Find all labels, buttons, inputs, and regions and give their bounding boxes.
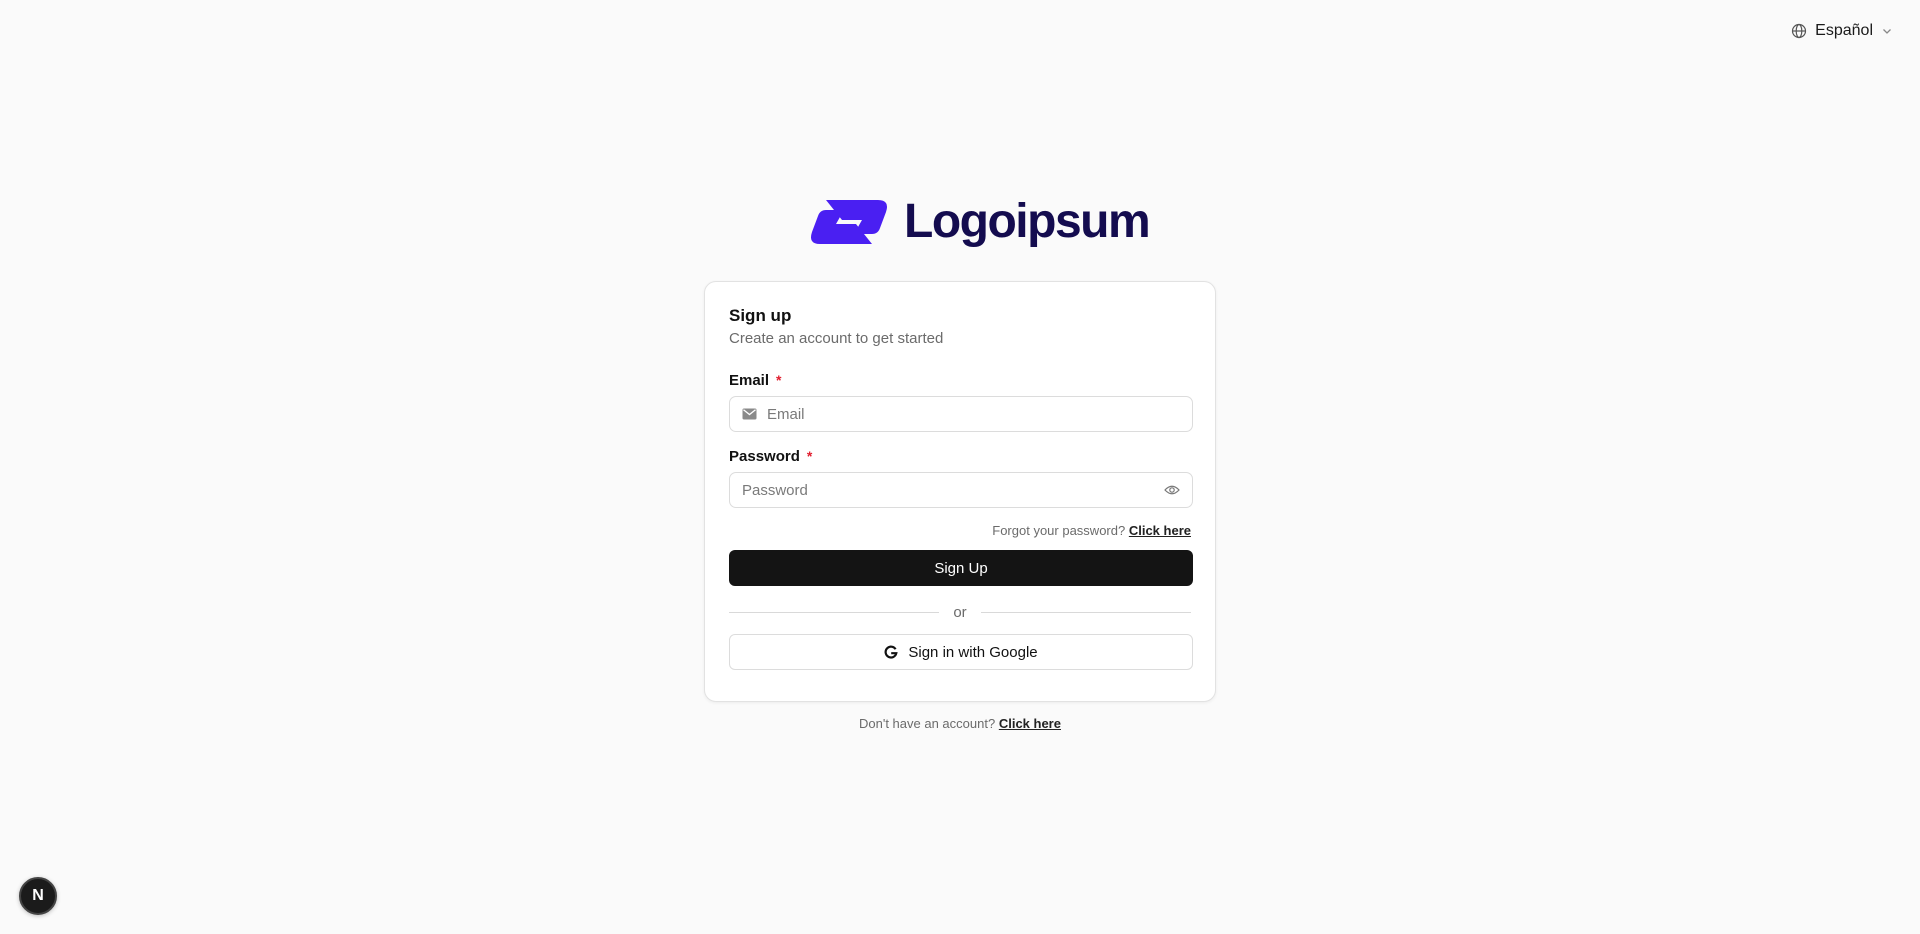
globe-icon	[1792, 23, 1807, 39]
brand-name: Logoipsum	[904, 195, 1151, 248]
signin-prompt: Don't have an account? Click here	[0, 716, 1920, 731]
footer-link[interactable]: Click here	[999, 716, 1061, 731]
google-icon	[884, 645, 899, 659]
dev-badge-letter: N	[32, 887, 44, 904]
required-mark: *	[806, 448, 813, 464]
password-label-text: Password	[729, 447, 800, 465]
divider-line	[980, 611, 1191, 613]
password-field-wrapper[interactable]	[729, 472, 1193, 508]
forgot-password-row: Forgot your password? Click here	[729, 522, 1191, 540]
forgot-password-link[interactable]: Click here	[1129, 523, 1191, 538]
password-field[interactable]	[742, 481, 1154, 499]
language-selector[interactable]: Español	[1791, 22, 1893, 40]
email-field[interactable]	[767, 405, 1180, 423]
dev-tools-badge[interactable]: N	[19, 877, 57, 915]
google-sign-in-button[interactable]: Sign in with Google	[729, 634, 1193, 670]
footer-text: Don't have an account?	[859, 716, 996, 731]
divider-line	[729, 611, 940, 613]
sign-up-button[interactable]: Sign Up	[729, 550, 1193, 586]
password-group: Password *	[729, 446, 1193, 508]
brand-logo: Logoipsum	[808, 195, 1151, 248]
language-label: Español	[1815, 22, 1873, 39]
card-subtitle: Create an account to get started	[729, 330, 944, 347]
email-field-wrapper[interactable]	[729, 396, 1193, 432]
card-title: Sign up	[729, 306, 792, 325]
divider-label: or	[953, 603, 967, 621]
mail-icon	[742, 408, 757, 420]
password-label: Password *	[729, 446, 1191, 466]
forgot-password-text: Forgot your password?	[992, 523, 1126, 538]
required-mark: *	[776, 372, 782, 388]
or-divider: or	[729, 600, 1191, 624]
chevron-down-icon	[1883, 29, 1891, 34]
signup-card: Sign up Create an account to get started…	[704, 281, 1216, 702]
email-label: Email *	[729, 370, 1191, 390]
email-group: Email *	[729, 370, 1193, 432]
logo-mark-icon	[811, 200, 887, 244]
email-label-text: Email	[729, 371, 770, 389]
eye-icon[interactable]	[1164, 484, 1180, 496]
google-sign-in-label: Sign in with Google	[908, 643, 1038, 661]
